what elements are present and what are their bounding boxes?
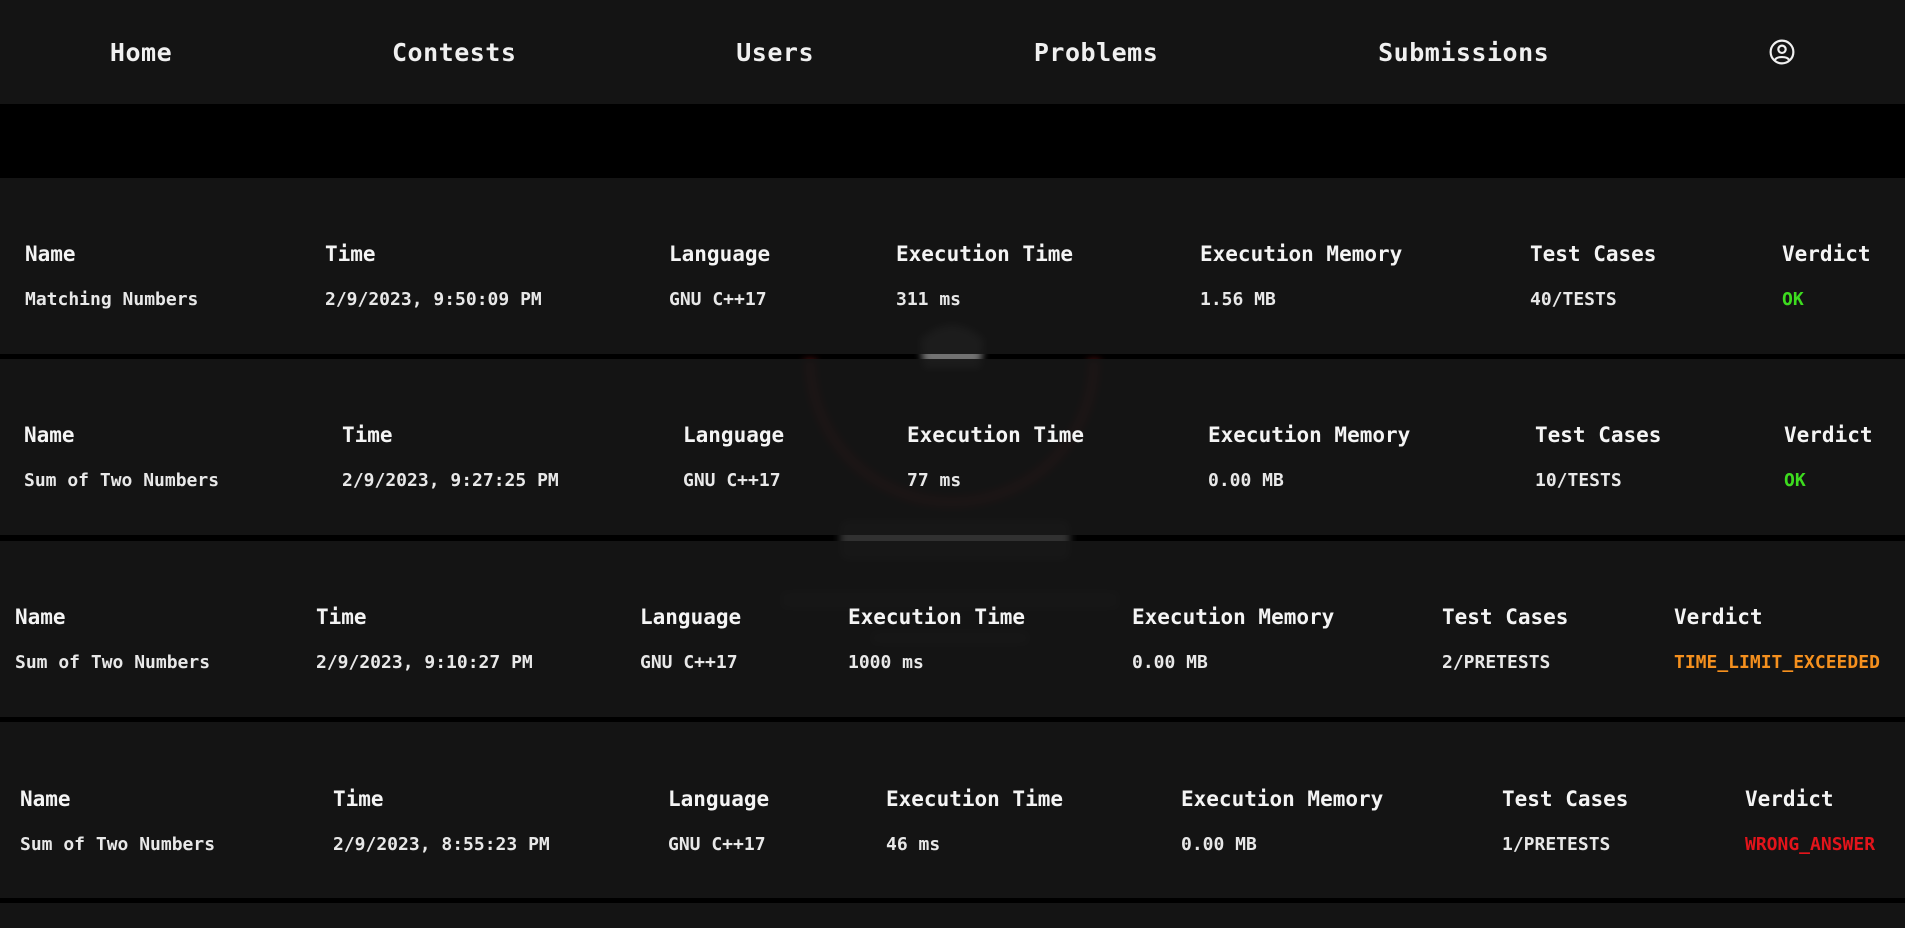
header-language: Language (668, 787, 770, 811)
submission-language: GNU C++17 (640, 652, 738, 673)
header-verdict: Verdict (1674, 605, 1763, 629)
header-execution-time: Execution Time (886, 787, 1064, 811)
header-execution-time: Execution Time (896, 242, 1074, 266)
header-test-cases: Test Cases (1530, 242, 1657, 266)
execution-memory-value: 0.00 MB (1181, 834, 1257, 855)
header-verdict: Verdict (1782, 242, 1871, 266)
submission-row[interactable]: Name Time Language Execution Time Execut… (0, 541, 1905, 717)
verdict-value: TIME_LIMIT_EXCEEDED (1674, 652, 1880, 673)
header-time: Time (316, 605, 367, 629)
header-time: Time (342, 423, 393, 447)
submission-language: GNU C++17 (683, 470, 781, 491)
header-verdict: Verdict (1745, 787, 1834, 811)
top-navbar: Home Contests Users Problems Submissions (0, 0, 1905, 104)
header-test-cases: Test Cases (1442, 605, 1569, 629)
submission-row[interactable]: Name Time Language Execution Time Execut… (0, 359, 1905, 535)
execution-time-value: 77 ms (907, 470, 962, 491)
test-cases-value: 40/TESTS (1530, 289, 1617, 310)
nav-users[interactable]: Users (736, 38, 814, 67)
header-language: Language (669, 242, 771, 266)
header-execution-memory: Execution Memory (1208, 423, 1411, 447)
execution-memory-value: 0.00 MB (1208, 470, 1284, 491)
problem-name[interactable]: Sum of Two Numbers (20, 834, 215, 855)
execution-time-value: 1000 ms (848, 652, 924, 673)
header-name: Name (15, 605, 66, 629)
header-time: Time (325, 242, 376, 266)
header-execution-time: Execution Time (848, 605, 1026, 629)
header-name: Name (20, 787, 71, 811)
nav-home[interactable]: Home (110, 38, 172, 67)
test-cases-value: 2/PRETESTS (1442, 652, 1551, 673)
header-language: Language (640, 605, 742, 629)
header-execution-memory: Execution Memory (1200, 242, 1403, 266)
test-cases-value: 1/PRETESTS (1502, 834, 1611, 855)
submission-language: GNU C++17 (668, 834, 766, 855)
submission-time: 2/9/2023, 8:55:23 PM (333, 834, 550, 855)
problem-name[interactable]: Sum of Two Numbers (24, 470, 219, 491)
submission-time: 2/9/2023, 9:10:27 PM (316, 652, 533, 673)
execution-time-value: 311 ms (896, 289, 962, 310)
header-language: Language (683, 423, 785, 447)
execution-memory-value: 0.00 MB (1132, 652, 1208, 673)
verdict-value: OK (1784, 470, 1806, 491)
submission-row[interactable]: Name Time Language Execution Time Execut… (0, 178, 1905, 354)
header-name: Name (25, 242, 76, 266)
submission-time: 2/9/2023, 9:50:09 PM (325, 289, 542, 310)
nav-problems[interactable]: Problems (1034, 38, 1158, 67)
verdict-value: OK (1782, 289, 1804, 310)
header-execution-memory: Execution Memory (1132, 605, 1335, 629)
header-test-cases: Test Cases (1535, 423, 1662, 447)
header-test-cases: Test Cases (1502, 787, 1629, 811)
execution-time-value: 46 ms (886, 834, 941, 855)
submission-row[interactable] (0, 903, 1905, 928)
verdict-value: WRONG_ANSWER (1745, 834, 1876, 855)
problem-name[interactable]: Sum of Two Numbers (15, 652, 210, 673)
header-execution-memory: Execution Memory (1181, 787, 1384, 811)
execution-memory-value: 1.56 MB (1200, 289, 1276, 310)
user-circle-icon[interactable] (1769, 39, 1795, 65)
header-time: Time (333, 787, 384, 811)
test-cases-value: 10/TESTS (1535, 470, 1622, 491)
submission-row[interactable]: Name Time Language Execution Time Execut… (0, 722, 1905, 898)
submission-language: GNU C++17 (669, 289, 767, 310)
header-execution-time: Execution Time (907, 423, 1085, 447)
submission-time: 2/9/2023, 9:27:25 PM (342, 470, 559, 491)
nav-contests[interactable]: Contests (392, 38, 516, 67)
header-name: Name (24, 423, 75, 447)
nav-submissions[interactable]: Submissions (1378, 38, 1549, 67)
problem-name[interactable]: Matching Numbers (25, 289, 198, 310)
header-verdict: Verdict (1784, 423, 1873, 447)
